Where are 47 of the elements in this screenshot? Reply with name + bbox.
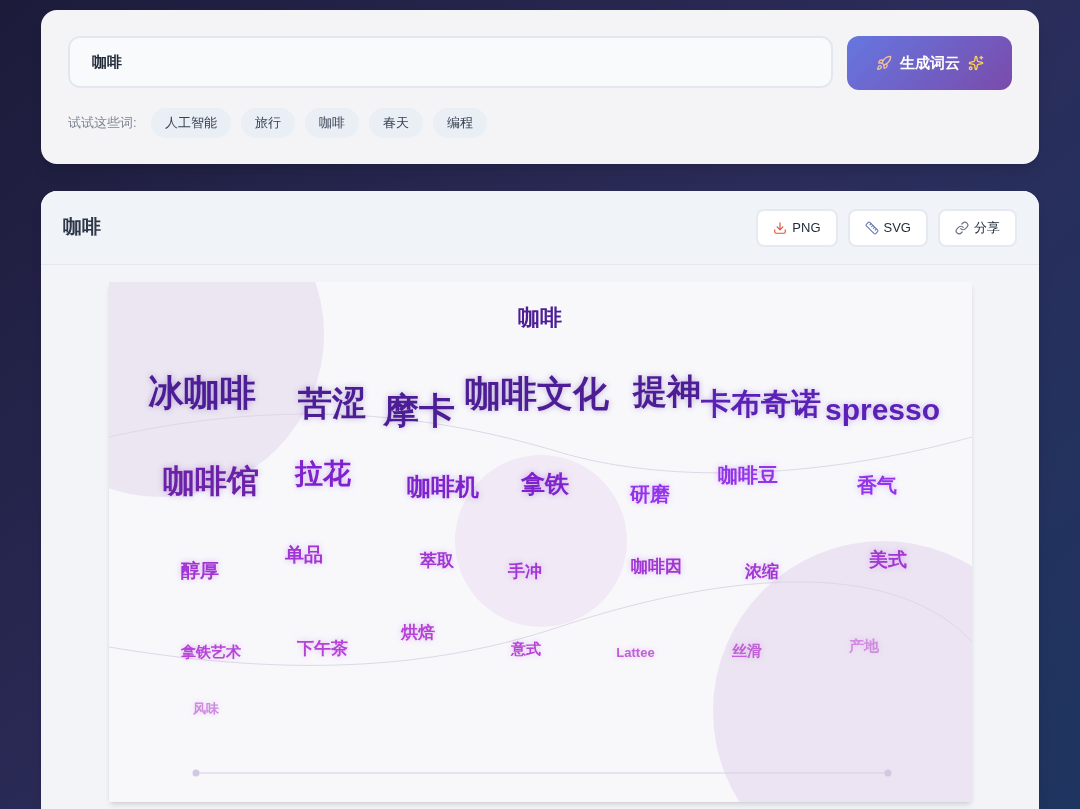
cloud-word: 手冲 — [507, 562, 542, 580]
cloud-word: 咖啡因 — [631, 557, 682, 575]
suggestion-chip[interactable]: 咖啡 — [304, 108, 359, 138]
cloud-word: 苦涩 — [297, 386, 366, 420]
cloud-word: 萃取 — [419, 551, 454, 569]
cloud-word: 拉花 — [294, 460, 351, 488]
result-title: 咖啡 — [63, 215, 101, 240]
search-field[interactable]: 咖啡 — [68, 36, 833, 88]
cloud-word: 咖啡豆 — [717, 465, 778, 485]
cloud-word: 研磨 — [629, 484, 670, 504]
cloud-word: 摩卡 — [382, 393, 455, 429]
sparkles-icon — [967, 55, 984, 71]
cloud-word: 咖啡机 — [406, 475, 479, 499]
export-button[interactable]: SVG — [847, 208, 928, 247]
cloud-word: 产地 — [848, 637, 879, 653]
cloud-word: 提神 — [632, 374, 701, 408]
cloud-title: 咖啡 — [518, 303, 562, 332]
suggestion-chip[interactable]: 春天 — [368, 108, 423, 138]
cloud-word: 咖啡文化 — [464, 376, 609, 412]
link-icon — [955, 220, 969, 235]
cloud-word: 下午茶 — [297, 639, 348, 657]
cloud-word: 烘焙 — [400, 623, 435, 641]
cloud-word: 拿铁艺术 — [180, 643, 241, 659]
cloud-word: 风味 — [192, 701, 219, 715]
cloud-word: 美式 — [868, 549, 907, 569]
download-icon — [773, 220, 788, 235]
cloud-word: 咖啡馆 — [162, 465, 259, 497]
cloud-word: 丝滑 — [731, 642, 762, 658]
ruler-icon — [864, 220, 879, 235]
suggestion-chip[interactable]: 编程 — [432, 108, 487, 138]
suggestion-chip[interactable]: 旅行 — [240, 108, 295, 138]
cloud-word: 醇厚 — [180, 560, 219, 580]
cloud-word: 香气 — [856, 475, 897, 495]
export-button[interactable]: 分享 — [938, 208, 1017, 247]
cloud-word: 卡布奇诺 — [700, 389, 821, 419]
suggestion-chip[interactable]: 人工智能 — [150, 108, 231, 138]
cloud-word: Lattee — [616, 645, 655, 659]
cloud-word: 意式 — [510, 640, 541, 656]
rocket-icon — [875, 55, 892, 71]
cloud-word: 浓缩 — [744, 562, 779, 580]
suggestion-label: 试试这些词: — [68, 114, 137, 133]
generate-button[interactable]: 生成词云 — [847, 36, 1012, 90]
export-button[interactable]: PNG — [756, 208, 838, 247]
cloud-word: 拿铁 — [520, 472, 569, 496]
cloud-word: 冰咖啡 — [147, 375, 256, 411]
cloud-word: spresso — [824, 395, 941, 425]
cloud-word: 单品 — [284, 544, 323, 564]
